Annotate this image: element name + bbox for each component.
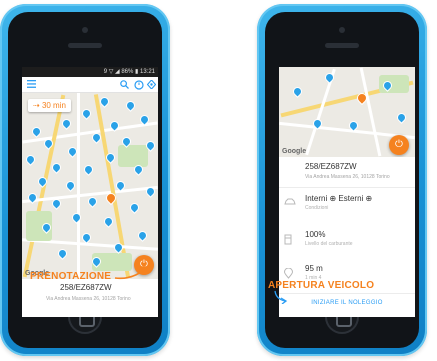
car-map[interactable]: ⇢ 30 min Google ⏻ [22,93,158,279]
car-plate: 258/EZ687ZW [60,283,112,292]
unlock-icon: ⏻ [395,139,403,150]
timer-icon[interactable] [134,80,144,92]
fuel-row: 100% Livello del carburante [279,227,415,257]
car-pin[interactable] [102,215,115,228]
cleanliness-row: Interni ⊕ Esterni ⊕ Condizioni [279,191,415,221]
divider [279,187,415,188]
car-pin[interactable] [70,211,83,224]
location-icon[interactable] [146,79,157,91]
walk-time-chip: ⇢ 30 min [28,99,71,112]
front-camera [339,27,345,33]
car-pin[interactable] [56,247,69,260]
map-road [77,93,80,279]
menu-icon[interactable] [27,80,36,90]
booking-callout: PRENOTAZIONE [30,271,112,282]
interior-label: Interni [305,194,328,203]
car-pin[interactable] [30,125,43,138]
car-pin[interactable] [24,153,37,166]
car-pin[interactable] [60,117,73,130]
car-address: Via Andrea Massena 26, 10128 Torino [305,174,390,180]
search-icon[interactable] [120,80,129,91]
route-map[interactable]: Google ⏻ [279,67,415,157]
fuel-sub: Livello del carburante [305,241,353,247]
phone-left: 9 ▽ ◢ 86% ▮ 13:21 ⇢ 30 min Google ⏻ 258/… [0,4,170,356]
walk-icon: ⇢ [33,101,42,110]
car-pin[interactable] [86,195,99,208]
earpiece-speaker [325,43,359,48]
car-address: Via Andrea Massena 26, 10128 Torino [46,296,131,302]
front-camera [82,27,88,33]
car-pin[interactable] [128,201,141,214]
car-pin[interactable] [50,161,63,174]
status-bar: 9 ▽ ◢ 86% ▮ 13:21 [22,67,158,77]
map-attribution: Google [282,148,307,155]
car-pin[interactable] [80,107,93,120]
map-park [118,145,148,167]
unlock-fab-button[interactable]: ⏻ [389,135,409,155]
car-icon [284,198,296,208]
car-pin[interactable] [136,229,149,242]
fuel-icon [284,234,296,245]
car-pin[interactable] [395,111,408,124]
distance-pin-icon [283,267,296,279]
car-pin[interactable] [64,179,77,192]
walk-time-value: 30 min [41,101,66,110]
exterior-label: Esterni [338,194,364,203]
car-pin[interactable] [291,85,304,98]
car-plate: 258/EZ687ZW [305,162,357,171]
map-road [22,121,158,144]
unlock-arrow-icon [274,290,288,304]
earpiece-speaker [68,43,102,48]
car-pin[interactable] [124,99,137,112]
exterior-status-icon: ⊕ [365,194,373,203]
fuel-value: 100% [305,230,326,239]
distance-value: 95 m [305,264,323,273]
divider [279,293,415,294]
car-summary-card[interactable]: 258/EZ687ZW Via Andrea Massena 26, 10128… [22,279,158,317]
status-text: 9 ▽ ◢ 86% ▮ 13:21 [103,69,155,75]
app-toolbar [22,77,158,93]
booking-arrow-icon [114,266,149,280]
start-rental-button[interactable]: INIZIARE IL NOLEGGIO [279,295,415,311]
marketing-composite: 9 ▽ ◢ 86% ▮ 13:21 ⇢ 30 min Google ⏻ 258/… [0,0,437,361]
car-pin[interactable] [82,163,95,176]
cleanliness-sub: Condizioni [305,205,329,211]
cleanliness-values: Interni ⊕ Esterni ⊕ [305,194,372,203]
